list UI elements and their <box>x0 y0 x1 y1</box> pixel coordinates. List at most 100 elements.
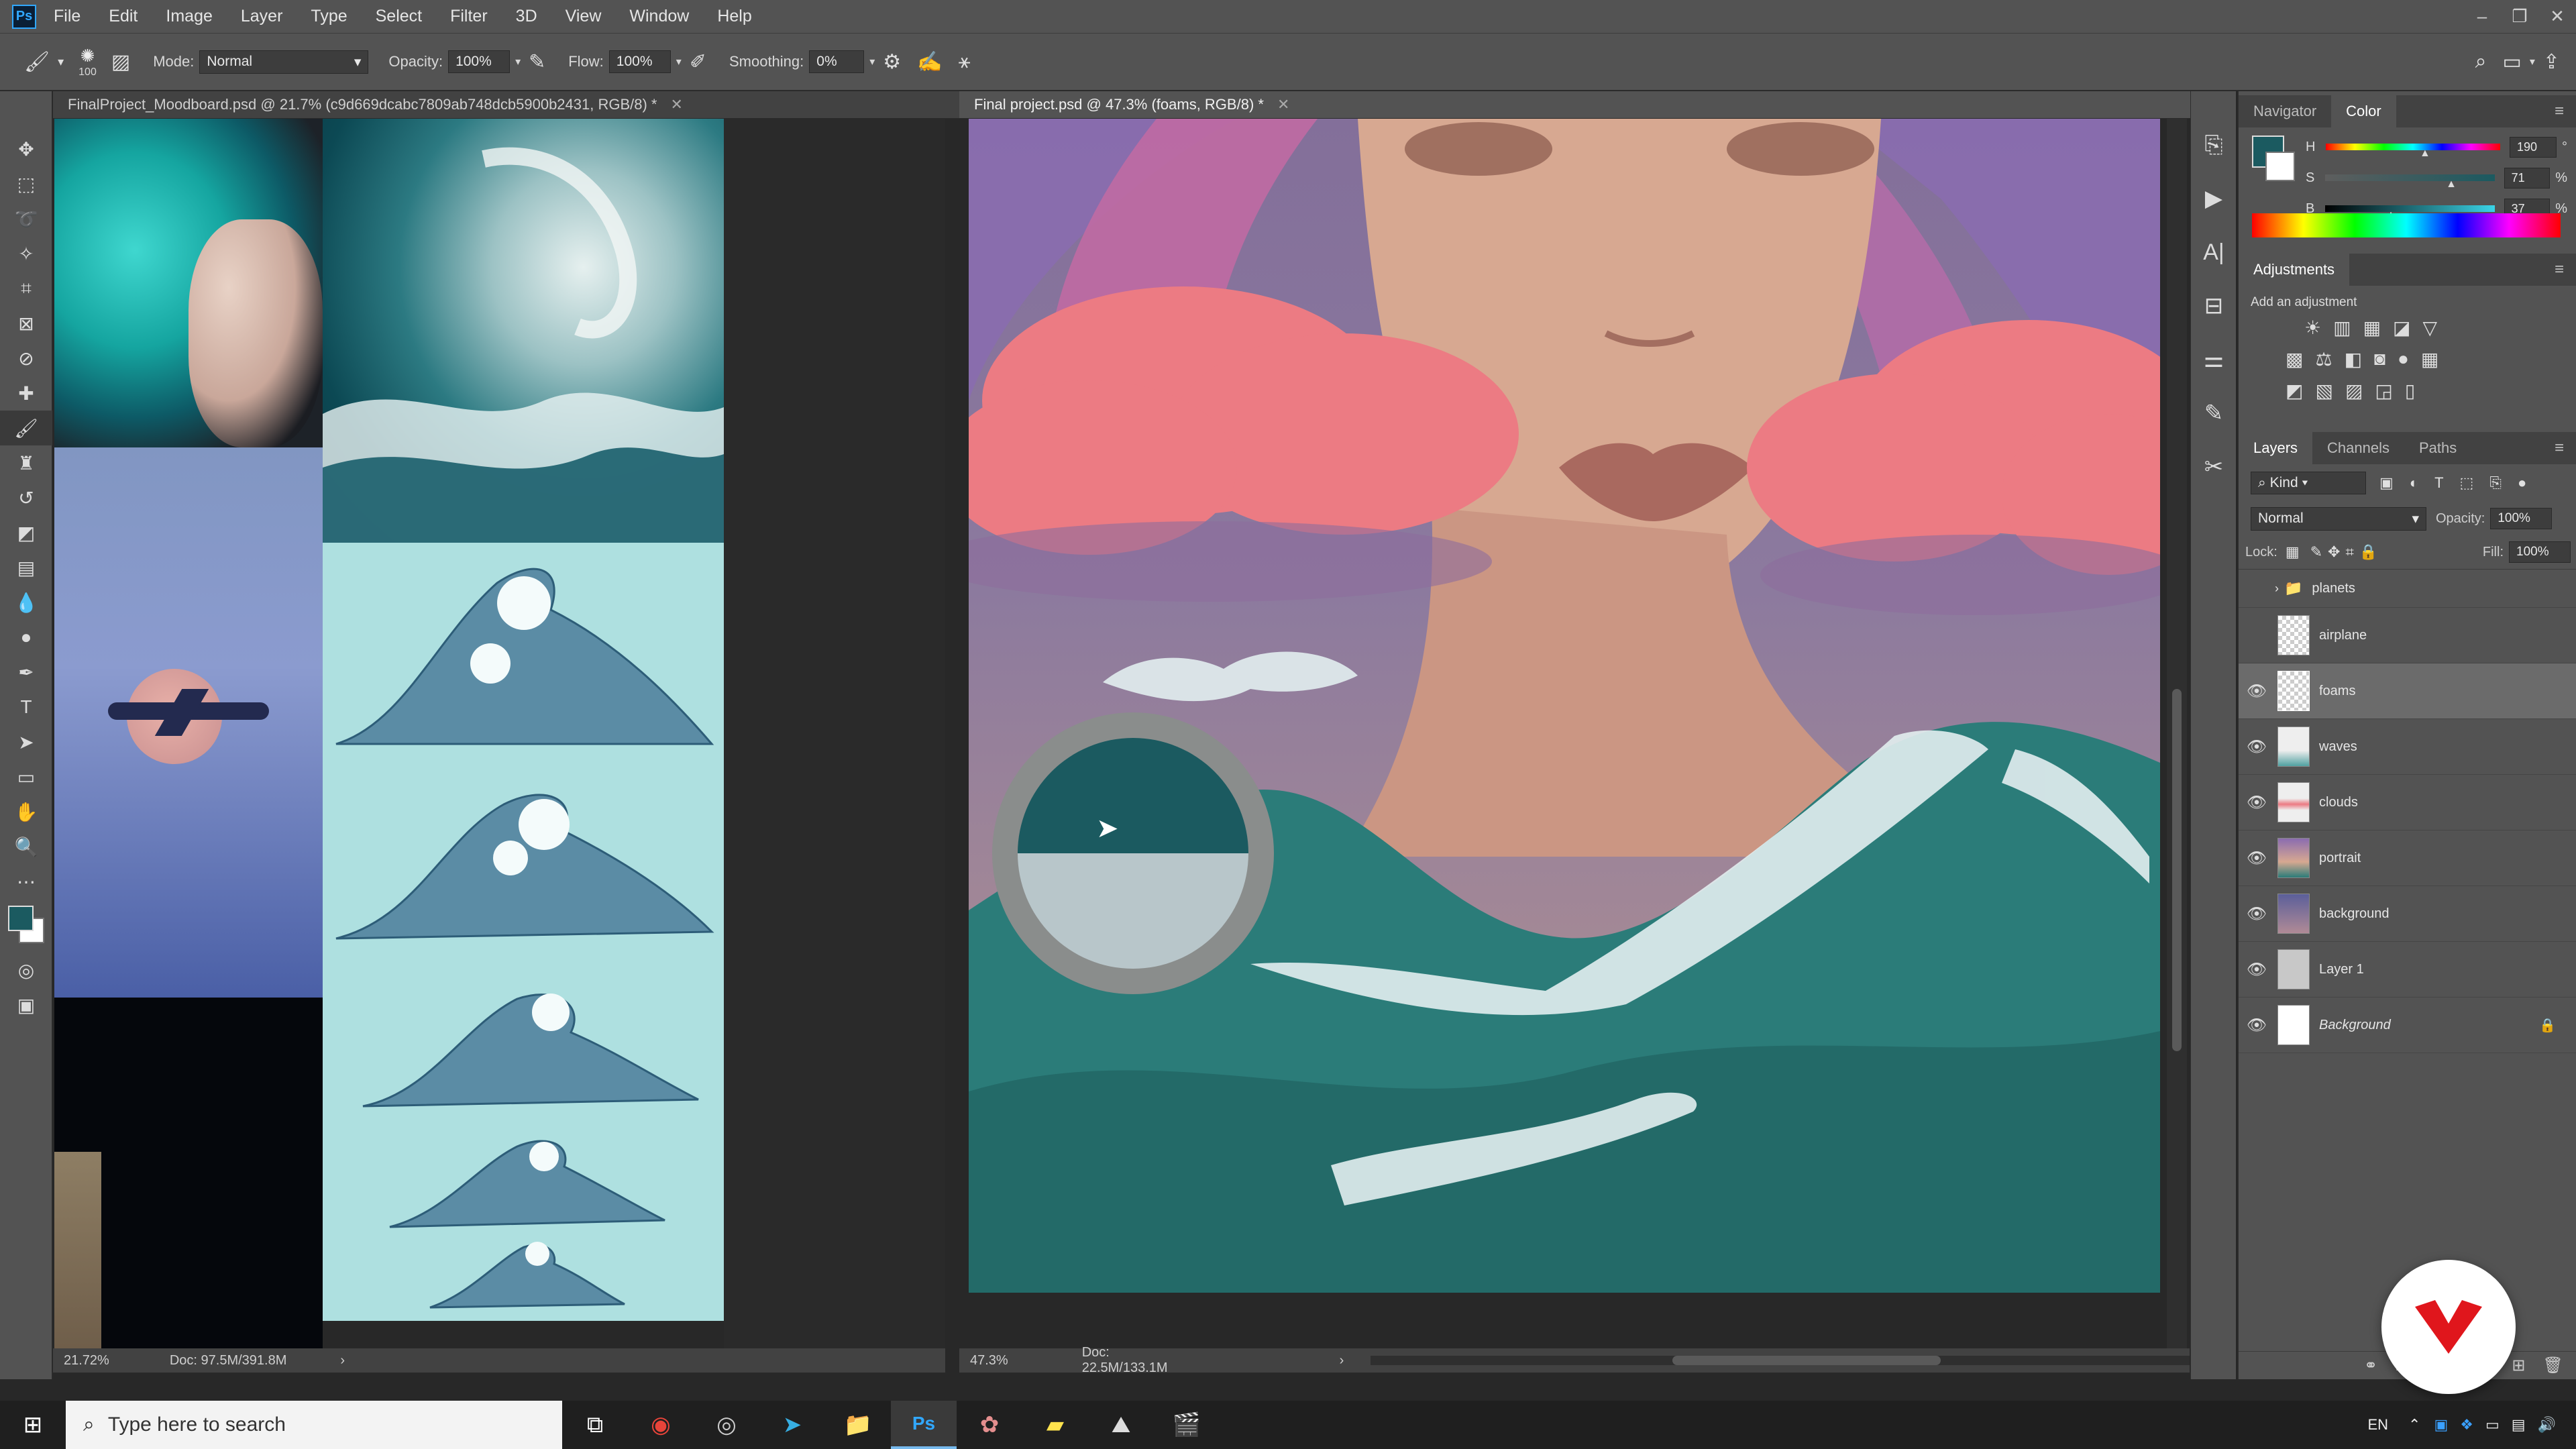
task-view-icon[interactable]: ⧉ <box>562 1401 628 1449</box>
tab-color[interactable]: Color <box>2331 95 2396 127</box>
lock-transparent-icon[interactable]: ▦ <box>2286 543 2300 561</box>
vertical-scrollbar[interactable] <box>2167 119 2187 1360</box>
filter-smart-object-icon[interactable]: ⎘ <box>2489 474 2502 492</box>
screen-mode-icon[interactable]: ▣ <box>0 987 52 1022</box>
opacity-chevron-icon[interactable]: ▾ <box>515 55 521 68</box>
move-tool-icon[interactable]: ✥ <box>0 131 52 166</box>
eye-icon[interactable]: 👁 <box>2239 682 2275 701</box>
lock-all-icon[interactable]: 🔒 <box>2359 543 2377 561</box>
menu-layer[interactable]: Layer <box>241 7 283 26</box>
vibrance-icon[interactable]: ▩ <box>2286 348 2303 370</box>
exposure-icon[interactable]: ◪ <box>2393 317 2410 339</box>
layer-opacity-input[interactable]: 100% <box>2490 508 2553 529</box>
brush-tool-preset-icon[interactable]: 🖌 <box>24 50 50 74</box>
final-project-canvas[interactable]: ➤ <box>969 119 2160 1293</box>
dodge-tool-icon[interactable]: ● <box>0 620 52 655</box>
curves-icon[interactable]: ▦ <box>2363 317 2381 339</box>
properties-panel-icon[interactable]: ⊟ <box>2191 279 2237 333</box>
moodboard-tab-close-icon[interactable]: ✕ <box>671 96 683 113</box>
layer-filter-select[interactable]: ⌕ Kind ▾ <box>2251 472 2366 494</box>
horizontal-scroll-thumb[interactable] <box>1672 1356 1941 1365</box>
opacity-input[interactable]: 100% <box>448 50 511 73</box>
adjustments-menu-icon[interactable]: ≡ <box>2555 260 2564 279</box>
chevron-right-icon[interactable]: › <box>2275 582 2279 596</box>
eye-icon[interactable]: 👁 <box>2239 849 2275 868</box>
s-slider[interactable]: ▲ <box>2325 174 2495 190</box>
layers-menu-icon[interactable]: ≡ <box>2555 439 2564 458</box>
healing-brush-tool-icon[interactable]: ✚ <box>0 376 52 411</box>
final-project-zoom-level[interactable]: 47.3% <box>970 1353 1008 1368</box>
layer-row-layer-1[interactable]: 👁 Layer 1 <box>2239 942 2576 998</box>
b-slider[interactable]: ▲ <box>2325 205 2495 221</box>
layer-row-waves[interactable]: 👁 waves <box>2239 719 2576 775</box>
file-explorer-icon[interactable]: 📁 <box>825 1401 891 1449</box>
filter-type-icon[interactable]: T <box>2434 474 2443 492</box>
chrome-icon[interactable]: ◉ <box>628 1401 694 1449</box>
marquee-tool-icon[interactable]: ⬚ <box>0 166 52 201</box>
brightness-contrast-icon[interactable]: ☀ <box>2304 317 2321 339</box>
lasso-tool-icon[interactable]: ➰ <box>0 201 52 236</box>
actions-panel-icon[interactable]: ▶ <box>2191 172 2237 225</box>
final-project-tab[interactable]: Final project.psd @ 47.3% (foams, RGB/8)… <box>959 91 2204 119</box>
tray-app-icon[interactable]: ▣ <box>2434 1416 2448 1434</box>
color-background-swatch[interactable] <box>2265 152 2295 181</box>
horizontal-scrollbar[interactable] <box>1371 1356 2190 1365</box>
tab-navigator[interactable]: Navigator <box>2239 95 2331 127</box>
sticky-notes-icon[interactable]: ▰ <box>1022 1401 1088 1449</box>
smoothing-input[interactable]: 0% <box>809 50 865 73</box>
filter-pixel-icon[interactable]: ▣ <box>2379 474 2394 492</box>
color-lookup-icon[interactable]: ▦ <box>2421 348 2438 370</box>
menu-filter[interactable]: Filter <box>450 7 488 26</box>
lock-position-icon[interactable]: ✥ <box>2328 543 2340 561</box>
moodboard-zoom-level[interactable]: 21.72% <box>64 1353 109 1368</box>
levels-icon[interactable]: ▥ <box>2333 317 2351 339</box>
history-panel-icon[interactable]: ⎘ <box>2191 118 2237 172</box>
hue-saturation-icon[interactable]: ⚖ <box>2315 348 2332 370</box>
quick-mask-icon[interactable]: ◎ <box>0 953 52 987</box>
status-arrow-icon[interactable]: › <box>340 1353 345 1368</box>
brush-settings-icon[interactable]: ▨ <box>111 50 130 74</box>
photoshop-taskbar-icon[interactable]: Ps <box>891 1401 957 1449</box>
smoothing-chevron-icon[interactable]: ▾ <box>869 55 875 68</box>
status-arrow-icon[interactable]: › <box>1340 1353 1344 1368</box>
eyedropper-tool-icon[interactable]: ⊘ <box>0 341 52 376</box>
threshold-icon[interactable]: ▨ <box>2345 380 2363 402</box>
tab-layers[interactable]: Layers <box>2239 432 2313 464</box>
network-icon[interactable]: ▭ <box>2485 1416 2500 1434</box>
hand-tool-icon[interactable]: ✋ <box>0 794 52 829</box>
menu-edit[interactable]: Edit <box>109 7 138 26</box>
adjustments-title[interactable]: Adjustments <box>2239 254 2350 286</box>
menu-window[interactable]: Window <box>629 7 689 26</box>
layer-row-portrait[interactable]: 👁 portrait <box>2239 830 2576 886</box>
menu-image[interactable]: Image <box>166 7 212 26</box>
menu-3d[interactable]: 3D <box>516 7 537 26</box>
black-white-icon[interactable]: ◙ <box>2374 348 2385 370</box>
layer-row-background-locked[interactable]: 👁 Background 🔒 <box>2239 998 2576 1053</box>
foreground-color-swatch[interactable] <box>8 906 34 931</box>
h-slider[interactable]: ▲ <box>2326 144 2500 159</box>
flow-chevron-icon[interactable]: ▾ <box>676 55 682 68</box>
character-panel-icon[interactable]: A| <box>2191 225 2237 279</box>
rectangle-tool-icon[interactable]: ▭ <box>0 759 52 794</box>
eye-icon[interactable]: 👁 <box>2239 904 2275 924</box>
search-icon[interactable]: ⌕ <box>2475 50 2487 73</box>
eraser-tool-icon[interactable]: ◩ <box>0 515 52 550</box>
menu-type[interactable]: Type <box>311 7 347 26</box>
close-icon[interactable]: ✕ <box>2538 6 2576 27</box>
photo-filter-icon[interactable]: ● <box>2398 348 2409 370</box>
flow-input[interactable]: 100% <box>608 50 671 73</box>
workspace-chevron-icon[interactable]: ▾ <box>2530 55 2535 68</box>
blend-mode-select[interactable]: Normal ▾ <box>2251 506 2426 531</box>
lock-image-icon[interactable]: ✎ <box>2310 543 2322 561</box>
filter-shape-icon[interactable]: ⬚ <box>2460 474 2474 492</box>
path-selection-tool-icon[interactable]: ➤ <box>0 724 52 759</box>
color-balance-icon[interactable]: ◧ <box>2345 348 2362 370</box>
eye-icon[interactable]: 👁 <box>2239 793 2275 812</box>
pressure-size-icon[interactable]: ✍ <box>917 50 942 74</box>
brush-settings-panel-icon[interactable]: ✎ <box>2191 386 2237 440</box>
h-input[interactable]: 190 <box>2510 136 2557 158</box>
vertical-scroll-thumb[interactable] <box>2172 689 2182 1051</box>
workspace-icon[interactable]: ▭ <box>2502 50 2521 74</box>
link-layers-icon[interactable]: ⚭ <box>2364 1356 2377 1375</box>
layer-row-foams[interactable]: 👁 foams <box>2239 663 2576 719</box>
